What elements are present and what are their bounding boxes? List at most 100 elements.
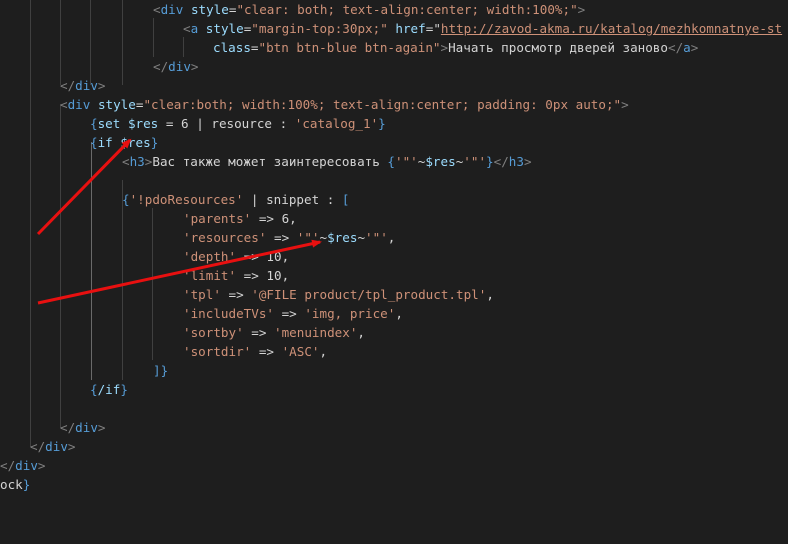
code-token: < [122, 154, 130, 169]
code-token: '"' [395, 154, 418, 169]
code-token: /if [97, 382, 121, 397]
code-token: 'ASC' [281, 344, 320, 359]
code-line[interactable]: <div style="clear: both; text-align:cent… [0, 0, 585, 19]
code-token: 'depth' [183, 249, 237, 264]
code-token: h3 [508, 154, 524, 169]
code-token: ~ [357, 230, 366, 245]
code-token: = 6 | resource : [158, 116, 295, 131]
code-token: h3 [129, 154, 145, 169]
code-line[interactable]: 'depth' => 10, [0, 247, 289, 266]
code-token: http://zavod-akma.ru/katalog/mezhkomnatn… [440, 21, 783, 36]
code-token: </ [0, 458, 16, 473]
code-line[interactable]: <div style="clear:both; width:100%; text… [0, 95, 629, 114]
code-token: } [150, 135, 159, 150]
code-token: class [213, 40, 251, 55]
code-token: "btn btn-blue btn-again" [258, 40, 441, 55]
code-line[interactable]: 'includeTVs' => 'img, price', [0, 304, 403, 323]
code-token: } [160, 363, 169, 378]
code-editor[interactable]: <div style="clear: both; text-align:cent… [0, 0, 788, 544]
code-token: </ [60, 78, 76, 93]
code-line[interactable]: {set $res = 6 | resource : 'catalog_1'} [0, 114, 386, 133]
code-token: 'tpl' [183, 287, 221, 302]
code-token: </ [153, 59, 169, 74]
code-line[interactable]: ]} [0, 361, 168, 380]
code-token: "clear: both; text-align:center; width:1… [236, 2, 578, 17]
code-token: div [75, 420, 98, 435]
code-token: 'menuindex' [274, 325, 358, 340]
code-token: if [97, 135, 121, 150]
code-line[interactable]: </div> [0, 456, 46, 475]
code-line[interactable]: </div> [0, 418, 106, 437]
code-token: 'includeTVs' [183, 306, 274, 321]
code-line[interactable]: 'sortby' => 'menuindex', [0, 323, 365, 342]
code-line[interactable]: </div> [0, 76, 106, 95]
code-line[interactable]: 'limit' => 10, [0, 266, 289, 285]
code-token: div [67, 97, 91, 112]
code-token: set [97, 116, 128, 131]
code-token: </ [667, 40, 684, 55]
code-token: 'sortdir' [183, 344, 252, 359]
code-token: "margin-top:30px;" [251, 21, 388, 36]
code-token: > [97, 420, 106, 435]
code-token: '@FILE product/tpl_product.tpl' [251, 287, 487, 302]
code-token: , [395, 306, 403, 321]
code-token: $res [327, 230, 358, 245]
code-token: => [274, 306, 305, 321]
code-token: 'catalog_1' [294, 116, 379, 131]
code-token: , [319, 344, 328, 359]
code-token: } [378, 116, 386, 131]
code-token: { [387, 154, 395, 169]
code-token: '"' [463, 154, 487, 169]
code-line[interactable]: 'tpl' => '@FILE product/tpl_product.tpl'… [0, 285, 494, 304]
code-token: < [60, 97, 68, 112]
code-line[interactable]: {if $res} [0, 133, 158, 152]
code-token: = [250, 40, 259, 55]
code-token: => [243, 325, 275, 340]
code-token: '"' [365, 230, 388, 245]
code-token: { [122, 192, 130, 207]
code-token: ~ [319, 230, 328, 245]
code-line[interactable]: <h3>Вас также может заинтересовать {'"'~… [0, 152, 532, 171]
code-token: 'img, price' [304, 306, 396, 321]
code-line[interactable]: {'!pdoResources' | snippet : [ [0, 190, 350, 209]
code-token: $res [120, 135, 151, 150]
code-token: , [486, 287, 494, 302]
code-token: => 10, [236, 268, 290, 283]
code-token: '!pdoResources' [129, 192, 244, 207]
code-line[interactable]: 'parents' => 6, [0, 209, 297, 228]
code-line[interactable]: 'sortdir' => 'ASC', [0, 342, 327, 361]
code-line[interactable]: class="btn btn-blue btn-again">Начать пр… [0, 38, 698, 57]
code-token: " [433, 21, 441, 36]
code-token: </ [60, 420, 76, 435]
code-token: '"' [296, 230, 320, 245]
code-token: </ [30, 439, 46, 454]
code-token: => [266, 230, 297, 245]
code-token: , [387, 230, 396, 245]
code-line[interactable]: </div> [0, 57, 199, 76]
code-token: | snippet : [243, 192, 342, 207]
code-token: div [45, 439, 68, 454]
code-line[interactable]: <a style="margin-top:30px;" href="http:/… [0, 19, 782, 38]
code-token: > [67, 439, 76, 454]
code-token: > [523, 154, 532, 169]
code-token: div [160, 2, 184, 17]
code-token: } [22, 477, 31, 492]
code-token: "clear:both; width:100%; text-align:cent… [143, 97, 622, 112]
code-token: div [168, 59, 191, 74]
code-token: } [120, 382, 128, 397]
code-token: style [97, 97, 136, 112]
code-line[interactable]: 'resources' => '"'~$res~'"', [0, 228, 395, 247]
code-token: > [190, 59, 199, 74]
code-line[interactable]: {/if} [0, 380, 128, 399]
code-token: , [357, 325, 366, 340]
code-token: [ [341, 192, 350, 207]
code-line[interactable]: ock} [0, 475, 30, 494]
code-token: ock [0, 477, 23, 492]
code-token: { [90, 382, 98, 397]
code-token: < [153, 2, 161, 17]
code-token: div [15, 458, 38, 473]
code-token: > [690, 40, 699, 55]
code-line[interactable]: </div> [0, 437, 76, 456]
